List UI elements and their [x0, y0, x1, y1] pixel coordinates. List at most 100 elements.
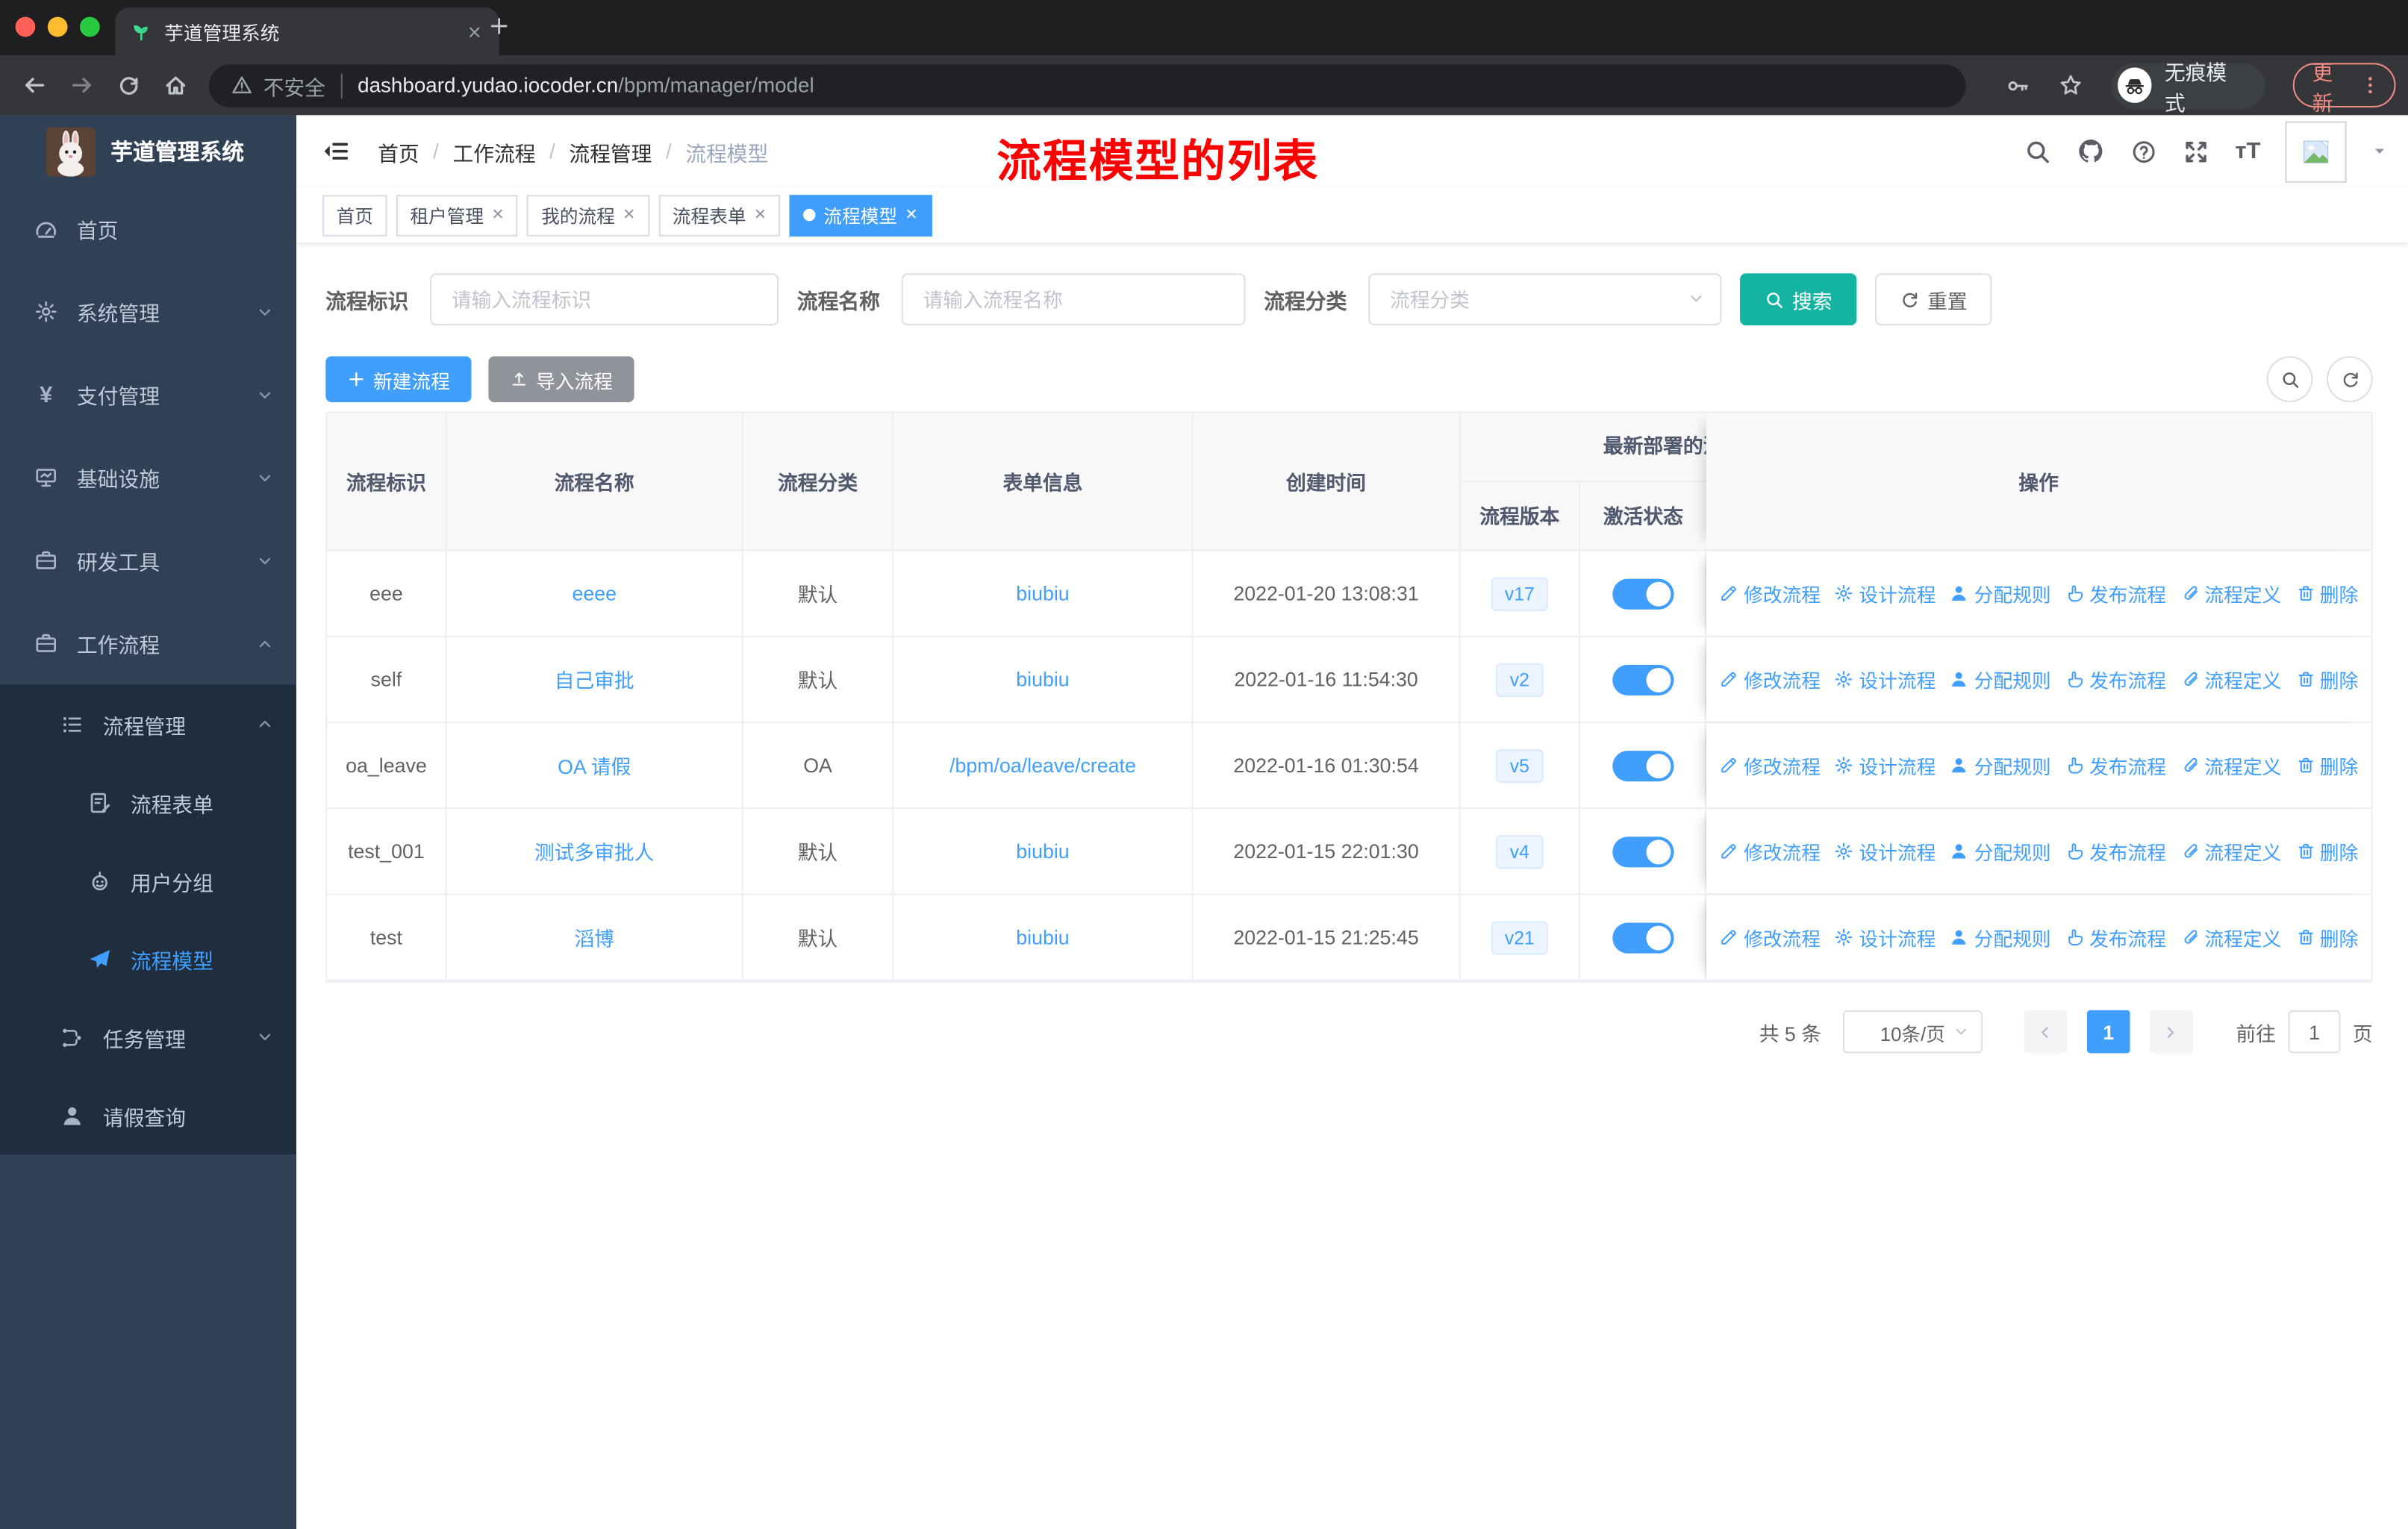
modify-process-link[interactable]: 修改流程 — [1719, 837, 1821, 866]
design-process-link[interactable]: 设计流程 — [1835, 579, 1936, 608]
sidebar-item-home[interactable]: 首页 — [0, 187, 296, 270]
import-process-button[interactable]: 导入流程 — [488, 356, 634, 403]
forward-button[interactable] — [69, 72, 95, 99]
caret-down-icon[interactable] — [2371, 143, 2389, 160]
process-definition-link[interactable]: 流程定义 — [2180, 922, 2281, 951]
active-toggle[interactable] — [1612, 922, 1674, 953]
publish-process-link[interactable]: 发布流程 — [2065, 751, 2166, 780]
search-icon[interactable] — [2025, 137, 2053, 165]
form-info-link[interactable]: biubiu — [1016, 839, 1069, 863]
active-toggle[interactable] — [1612, 578, 1674, 609]
sidebar-item-infra[interactable]: 基础设施 — [0, 436, 296, 519]
design-process-link[interactable]: 设计流程 — [1835, 665, 1936, 694]
assign-rule-link[interactable]: 分配规则 — [1950, 837, 2051, 866]
window-controls[interactable] — [15, 16, 100, 37]
breadcrumb-workflow[interactable]: 工作流程 — [452, 136, 535, 166]
publish-process-link[interactable]: 发布流程 — [2065, 922, 2166, 951]
sidebar-item-devtools[interactable]: 研发工具 — [0, 519, 296, 601]
sidebar-item-leave-query[interactable]: 请假查询 — [0, 1076, 296, 1154]
modify-process-link[interactable]: 修改流程 — [1719, 579, 1821, 608]
form-info-link[interactable]: /bpm/oa/leave/create — [949, 754, 1136, 777]
tag-home[interactable]: 首页 — [322, 194, 387, 236]
sidebar-item-workflow[interactable]: 工作流程 — [0, 602, 296, 685]
publish-process-link[interactable]: 发布流程 — [2065, 837, 2166, 866]
version-badge[interactable]: v2 — [1496, 662, 1544, 697]
page-size-select[interactable]: 10条/页 — [1842, 1010, 1983, 1054]
design-process-link[interactable]: 设计流程 — [1835, 751, 1936, 780]
sidebar-item-payment[interactable]: ¥ 支付管理 — [0, 353, 296, 436]
form-info-link[interactable]: biubiu — [1016, 926, 1069, 949]
form-info-link[interactable]: biubiu — [1016, 582, 1069, 605]
process-name-link[interactable]: eeee — [572, 582, 617, 605]
url-domain[interactable]: dashboard.yudao.iocoder.cn — [358, 74, 618, 97]
version-badge[interactable]: v21 — [1491, 920, 1549, 954]
browser-menu-icon[interactable] — [2359, 74, 2382, 97]
tag-close-icon[interactable]: ✕ — [905, 207, 917, 224]
prev-page-button[interactable] — [2024, 1010, 2068, 1054]
publish-process-link[interactable]: 发布流程 — [2065, 579, 2166, 608]
search-button[interactable]: 搜索 — [1740, 273, 1857, 326]
form-info-link[interactable]: biubiu — [1016, 668, 1069, 691]
assign-rule-link[interactable]: 分配规则 — [1950, 922, 2051, 951]
process-name-link[interactable]: 自己审批 — [555, 665, 634, 694]
publish-process-link[interactable]: 发布流程 — [2065, 665, 2166, 694]
url-path[interactable]: /bpm/manager/model — [618, 74, 814, 97]
breadcrumb-home[interactable]: 首页 — [378, 136, 419, 166]
active-toggle[interactable] — [1612, 663, 1674, 695]
modify-process-link[interactable]: 修改流程 — [1719, 751, 1821, 780]
help-icon[interactable] — [2131, 137, 2159, 165]
delete-link[interactable]: 删除 — [2295, 922, 2358, 951]
process-definition-link[interactable]: 流程定义 — [2180, 837, 2281, 866]
process-definition-link[interactable]: 流程定义 — [2180, 751, 2281, 780]
next-page-button[interactable] — [2150, 1010, 2193, 1054]
tag-my-process[interactable]: 我的流程 ✕ — [527, 194, 649, 236]
github-icon[interactable] — [2077, 137, 2106, 166]
category-select[interactable] — [1368, 273, 1722, 326]
active-toggle[interactable] — [1612, 836, 1674, 867]
assign-rule-link[interactable]: 分配规则 — [1950, 751, 2051, 780]
sidebar-collapse-icon[interactable] — [321, 137, 350, 166]
tag-close-icon[interactable]: ✕ — [754, 207, 767, 224]
process-definition-link[interactable]: 流程定义 — [2180, 579, 2281, 608]
new-tab-button[interactable] — [488, 16, 510, 37]
process-definition-link[interactable]: 流程定义 — [2180, 665, 2281, 694]
sidebar-item-process-form[interactable]: 流程表单 — [0, 763, 296, 842]
design-process-link[interactable]: 设计流程 — [1835, 922, 1936, 951]
design-process-link[interactable]: 设计流程 — [1835, 837, 1936, 866]
tag-tenant[interactable]: 租户管理 ✕ — [396, 194, 519, 236]
tag-close-icon[interactable]: ✕ — [623, 207, 635, 224]
breadcrumb-process-mgmt[interactable]: 流程管理 — [569, 136, 652, 166]
avatar[interactable] — [2285, 120, 2347, 182]
process-name-link[interactable]: OA 请假 — [558, 751, 631, 780]
update-button[interactable]: 更新 — [2292, 60, 2396, 114]
reset-button[interactable]: 重置 — [1875, 273, 1992, 326]
version-badge[interactable]: v17 — [1491, 576, 1549, 610]
modify-process-link[interactable]: 修改流程 — [1719, 665, 1821, 694]
page-number-button[interactable]: 1 — [2086, 1010, 2130, 1054]
active-toggle[interactable] — [1612, 750, 1674, 781]
refresh-table-button[interactable] — [2326, 356, 2373, 403]
sidebar-item-task-mgmt[interactable]: 任务管理 — [0, 998, 296, 1076]
tag-process-form[interactable]: 流程表单 ✕ — [658, 194, 781, 236]
version-badge[interactable]: v5 — [1496, 748, 1544, 783]
home-button[interactable] — [162, 72, 188, 99]
font-size-icon[interactable]: тT — [2236, 138, 2261, 164]
tag-process-model[interactable]: 流程模型 ✕ — [789, 194, 932, 236]
sidebar-item-user-group[interactable]: 用户分组 — [0, 841, 296, 919]
security-label[interactable]: 不安全 — [263, 70, 325, 101]
close-window-button[interactable] — [15, 16, 36, 37]
create-process-button[interactable]: 新建流程 — [325, 356, 472, 403]
tab-close-icon[interactable] — [465, 22, 484, 41]
assign-rule-link[interactable]: 分配规则 — [1950, 579, 2051, 608]
sidebar-item-system[interactable]: 系统管理 — [0, 270, 296, 353]
address-bar[interactable]: 不安全 dashboard.yudao.iocoder.cn/bpm/manag… — [209, 63, 1967, 107]
back-button[interactable] — [22, 72, 48, 99]
maximize-window-button[interactable] — [79, 16, 100, 37]
goto-page-input[interactable] — [2288, 1010, 2341, 1054]
delete-link[interactable]: 删除 — [2295, 665, 2358, 694]
delete-link[interactable]: 删除 — [2295, 837, 2358, 866]
delete-link[interactable]: 删除 — [2295, 751, 2358, 780]
fullscreen-icon[interactable] — [2183, 137, 2211, 165]
minimize-window-button[interactable] — [47, 16, 68, 37]
process-name-link[interactable]: 滔博 — [574, 922, 614, 951]
